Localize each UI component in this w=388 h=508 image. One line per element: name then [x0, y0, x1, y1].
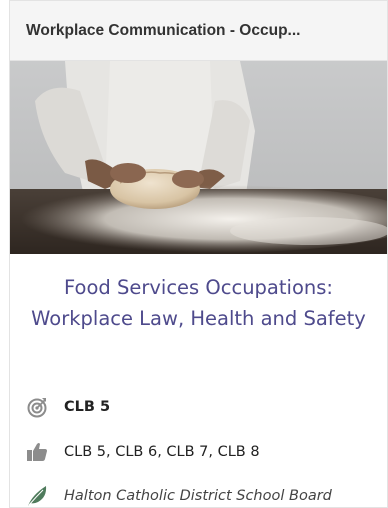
school-board-row: Halton Catholic District School Board — [26, 484, 332, 507]
thumbs-up-icon — [26, 440, 50, 464]
school-board-text: Halton Catholic District School Board — [64, 488, 332, 504]
course-title[interactable]: Food Services Occupations: Workplace Law… — [24, 272, 373, 334]
course-card[interactable]: Workplace Communication - Occup... Food … — [9, 0, 388, 508]
clb-range-row: CLB 5, CLB 6, CLB 7, CLB 8 — [26, 440, 260, 464]
clb-level-text: CLB 5 — [64, 399, 111, 415]
target-icon — [26, 395, 50, 419]
clb-range-text: CLB 5, CLB 6, CLB 7, CLB 8 — [64, 444, 260, 460]
clb-level-row: CLB 5 — [26, 395, 110, 419]
card-header-title[interactable]: Workplace Communication - Occup... — [26, 22, 300, 40]
leaf-icon — [26, 484, 50, 507]
course-image[interactable] — [10, 61, 388, 254]
card-header[interactable]: Workplace Communication - Occup... — [10, 1, 387, 61]
